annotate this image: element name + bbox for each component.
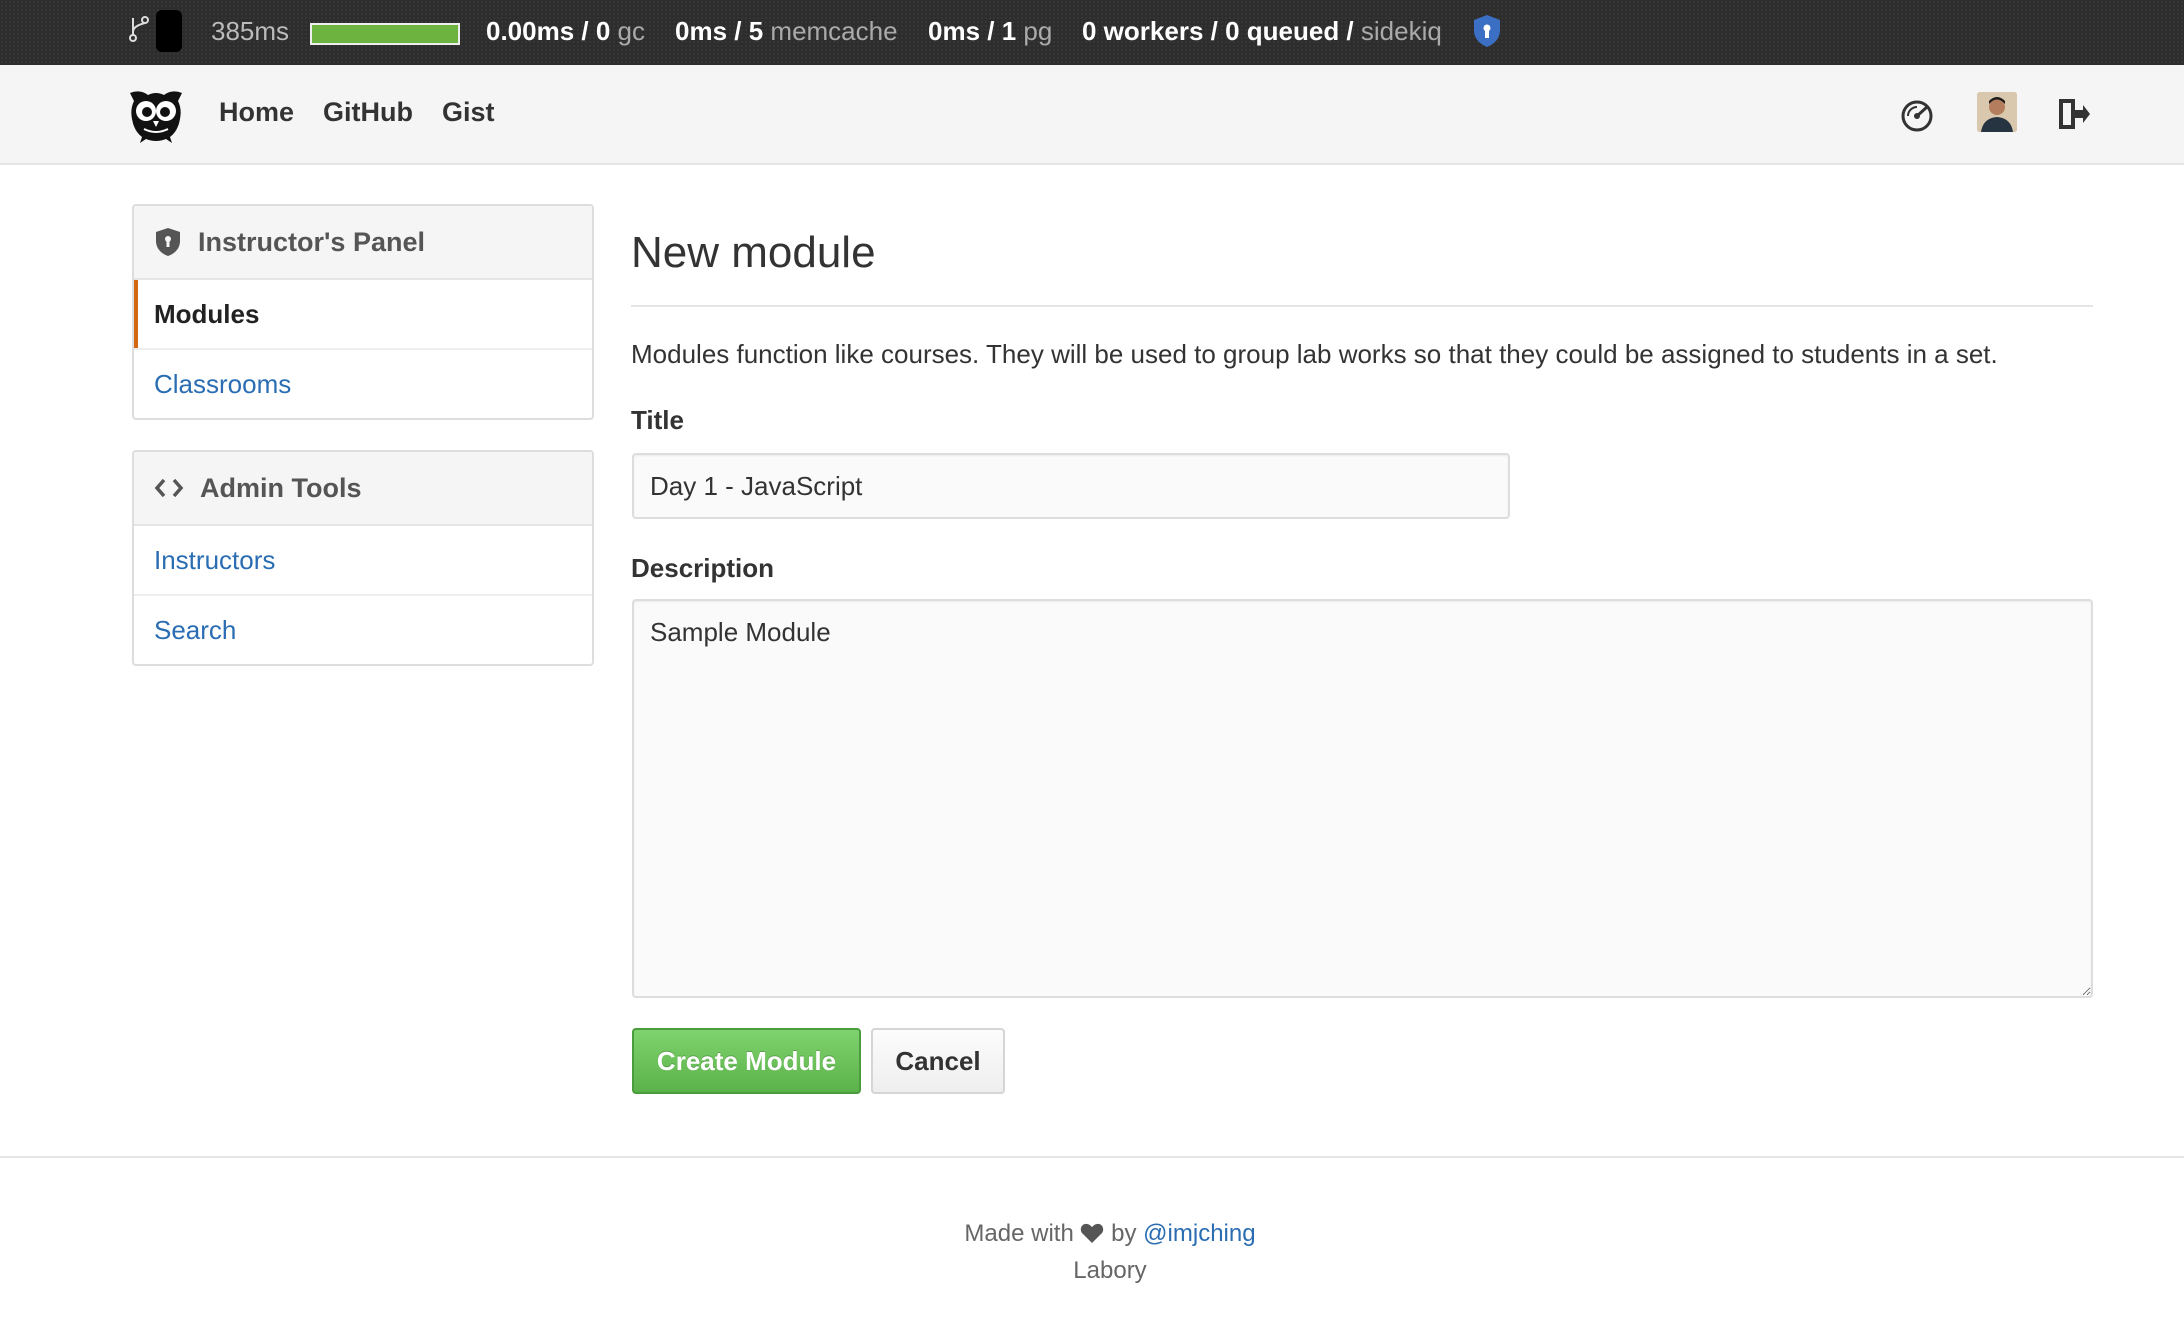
- page-title: New module: [631, 228, 876, 277]
- sidebar-item-label: Search: [154, 614, 237, 645]
- title-label: Title: [631, 405, 684, 435]
- security-shield-icon[interactable]: [1472, 14, 1502, 48]
- pg-stat[interactable]: 0ms / 1 pg: [928, 16, 1052, 47]
- code-icon: [154, 478, 184, 498]
- instructor-panel-header: Instructor's Panel: [134, 206, 592, 280]
- heart-icon: [1081, 1223, 1104, 1243]
- admin-tools-title: Admin Tools: [200, 472, 362, 503]
- instructor-panel: Instructor's Panel Modules Classrooms: [132, 204, 594, 420]
- instructor-panel-title: Instructor's Panel: [198, 226, 425, 257]
- profiler-stats-bar: 385ms 0.00ms / 0 gc 0ms / 5 memcache 0ms…: [0, 0, 2184, 65]
- admin-tools-panel: Admin Tools Instructors Search: [132, 450, 594, 666]
- nav-home-link[interactable]: Home: [219, 97, 294, 128]
- author-link[interactable]: @imjching: [1143, 1220, 1255, 1247]
- footer-divider: [0, 1156, 2184, 1158]
- environment-indicator: [156, 10, 182, 52]
- git-branch-icon: [129, 16, 149, 42]
- sidebar-item-label: Instructors: [154, 544, 276, 575]
- description-label: Description: [631, 553, 775, 583]
- description-field[interactable]: Sample Module: [632, 599, 2093, 998]
- create-module-button[interactable]: Create Module: [632, 1028, 861, 1094]
- sidebar-item-instructors[interactable]: Instructors: [134, 526, 592, 596]
- footer-made-with: Made with: [964, 1220, 1074, 1247]
- avatar[interactable]: [1977, 92, 2017, 132]
- owl-logo-icon[interactable]: [126, 87, 186, 145]
- sidebar-item-label: Modules: [154, 298, 260, 329]
- admin-tools-header: Admin Tools: [134, 452, 592, 526]
- page-description: Modules function like courses. They will…: [631, 339, 1998, 369]
- footer-by: by: [1111, 1220, 1137, 1247]
- title-divider: [631, 305, 2093, 307]
- main-navbar: Home GitHub Gist: [0, 65, 2184, 165]
- nav-gist-link[interactable]: Gist: [442, 97, 495, 128]
- gc-stat[interactable]: 0.00ms / 0 gc: [486, 16, 645, 47]
- user-avatar-image: [1977, 92, 2017, 132]
- sidebar-item-classrooms[interactable]: Classrooms: [134, 350, 592, 418]
- sidebar-item-label: Classrooms: [154, 368, 292, 399]
- sidebar-item-search[interactable]: Search: [134, 596, 592, 664]
- footer-credits: Made with by @imjching: [0, 1220, 2184, 1248]
- sign-out-icon[interactable]: [2055, 97, 2091, 131]
- sidebar-item-modules[interactable]: Modules: [134, 280, 592, 350]
- cancel-button[interactable]: Cancel: [871, 1028, 1005, 1094]
- sidekiq-stat[interactable]: 0 workers / 0 queued / sidekiq: [1082, 16, 1442, 47]
- request-time[interactable]: 385ms: [211, 16, 289, 47]
- nav-github-link[interactable]: GitHub: [323, 97, 413, 128]
- footer-site-name: Labory: [1073, 1257, 1147, 1284]
- shield-lock-icon: [156, 228, 180, 256]
- title-field[interactable]: [632, 453, 1510, 519]
- dashboard-icon[interactable]: [1900, 99, 1934, 133]
- request-time-bar: [310, 23, 460, 45]
- memcache-stat[interactable]: 0ms / 5 memcache: [675, 16, 898, 47]
